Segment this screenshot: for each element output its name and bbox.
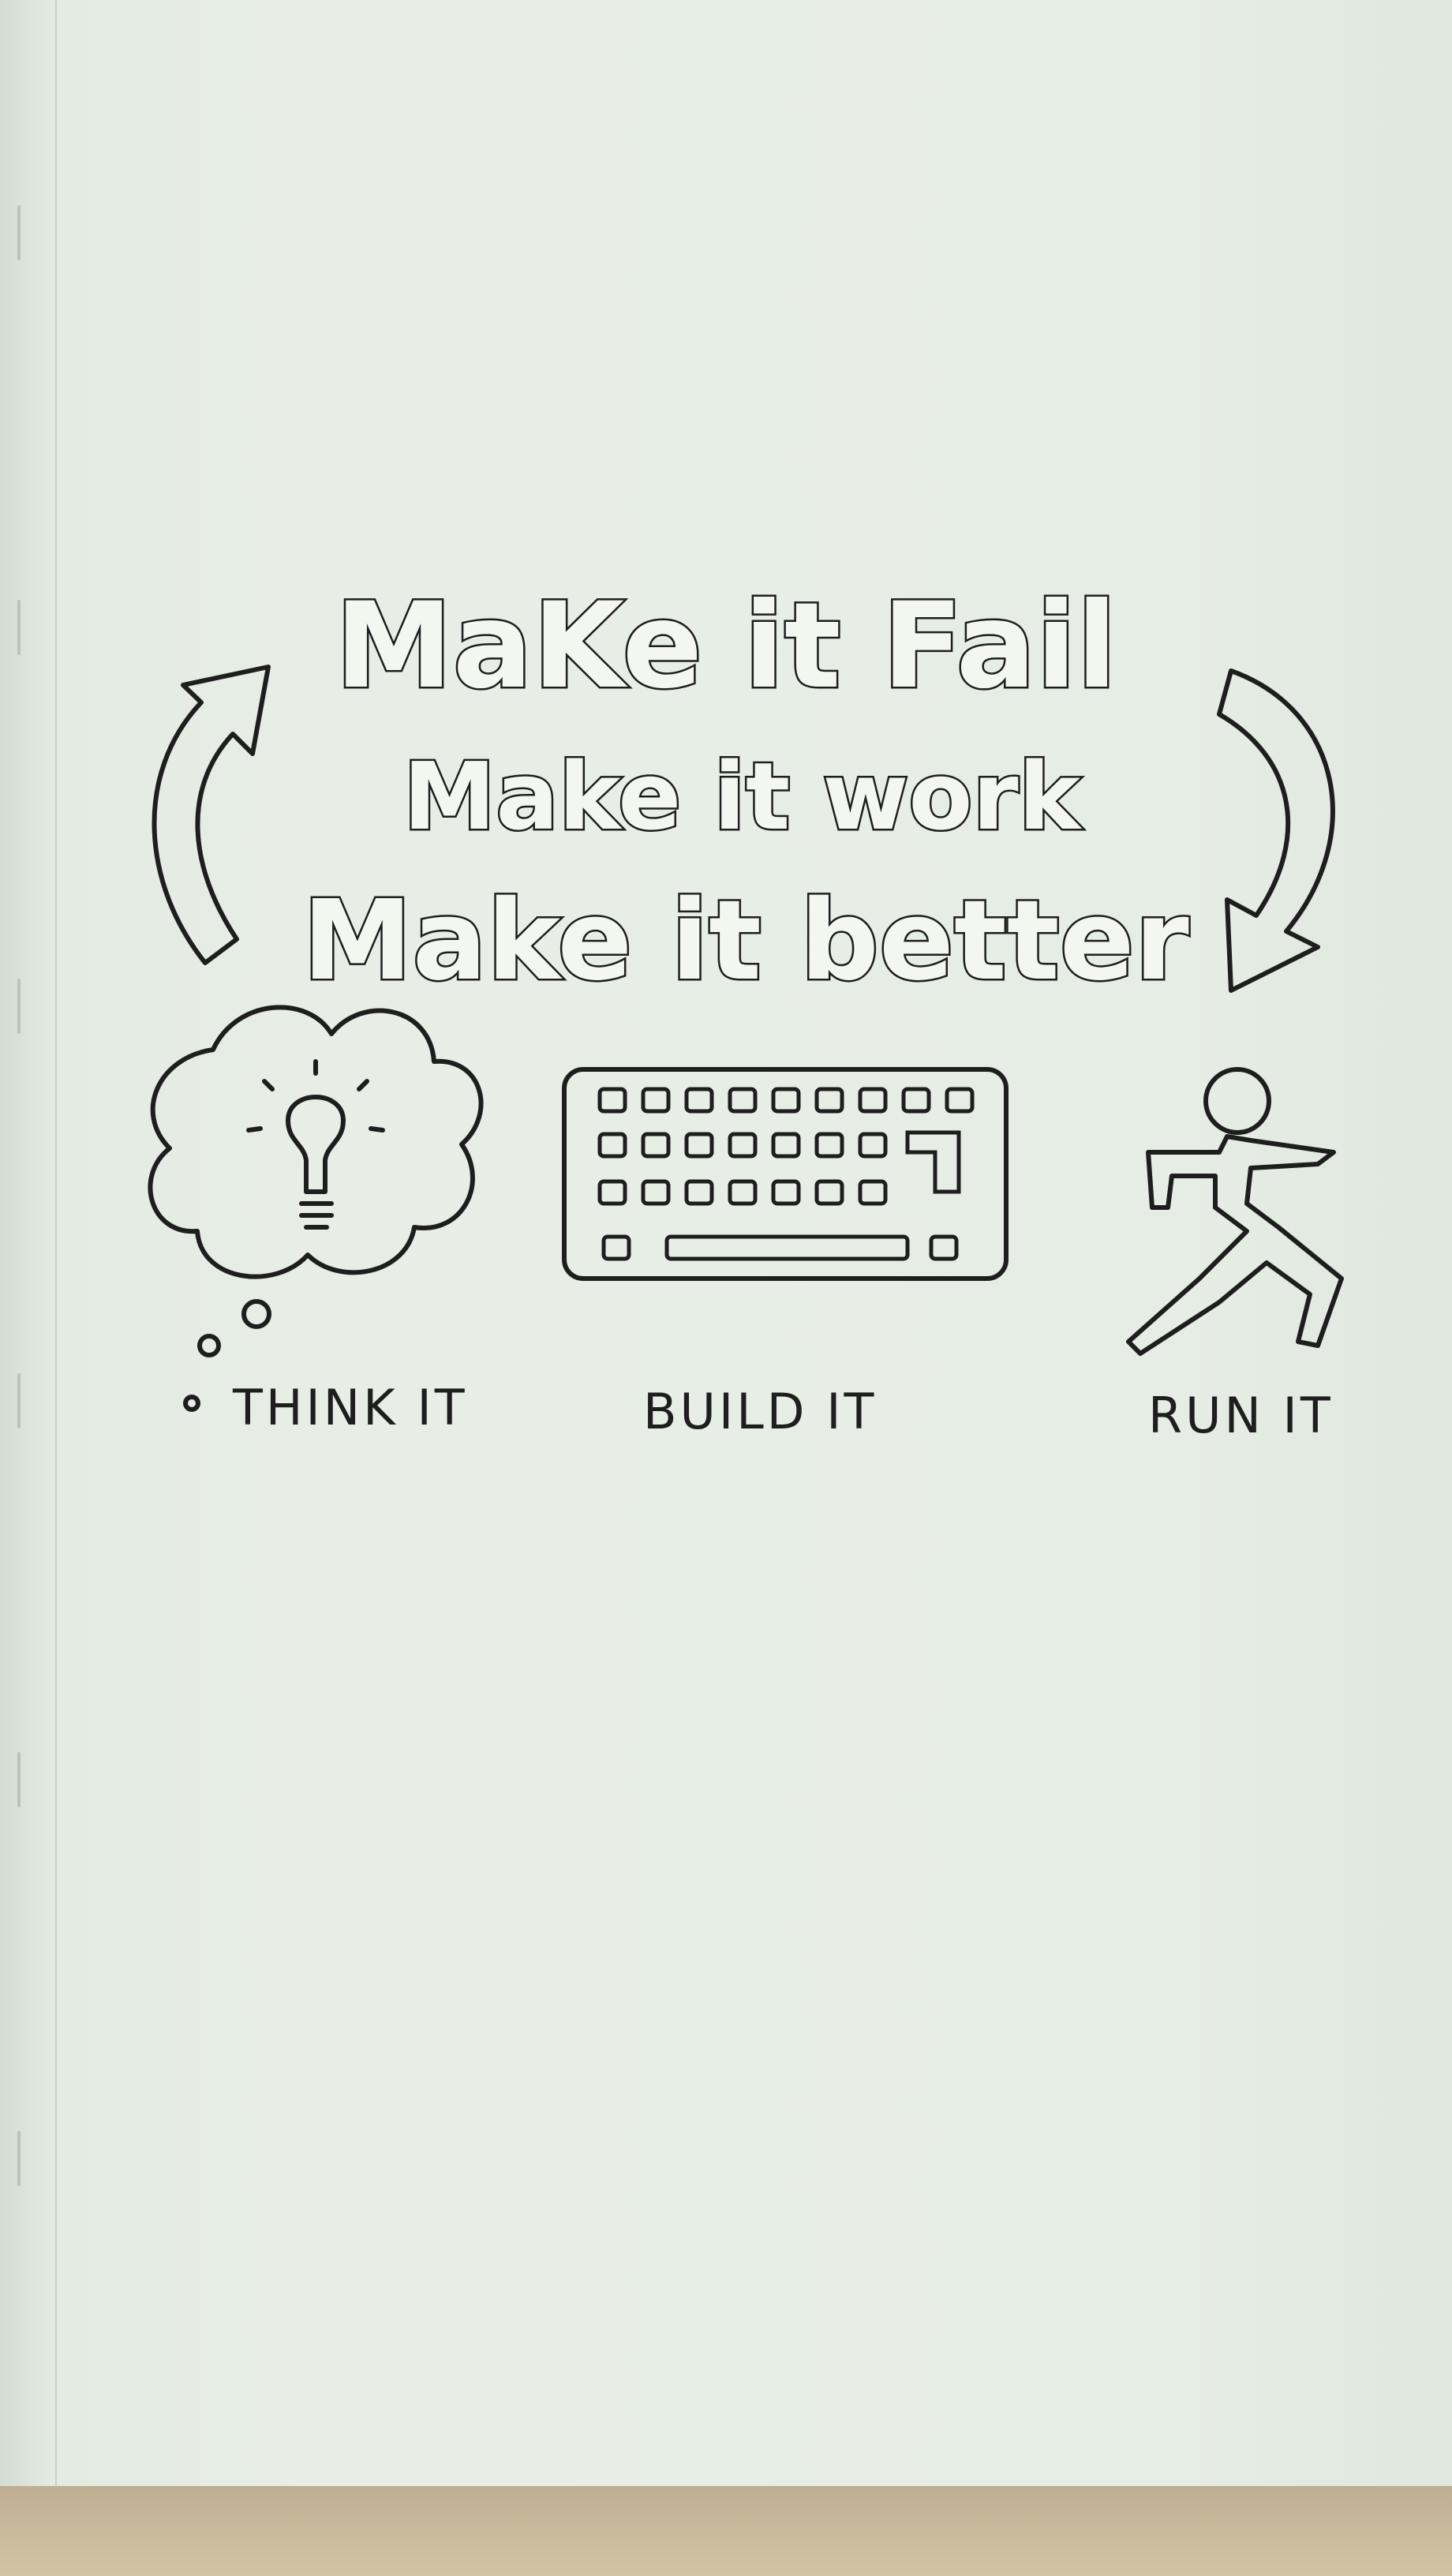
keyboard-key	[728, 1087, 758, 1114]
curved-arrow-up-icon	[152, 665, 271, 965]
keyboard-key	[728, 1132, 758, 1159]
keyboard-key	[814, 1087, 844, 1114]
thought-bubble-lightbulb-icon	[148, 1005, 484, 1412]
keyboard-key	[771, 1087, 801, 1114]
keyboard-key	[858, 1087, 888, 1114]
headline-make-it-work: Make it work	[403, 742, 1083, 851]
keyboard-key	[684, 1132, 714, 1159]
keyboard-key	[858, 1179, 888, 1206]
keyboard-key	[641, 1179, 671, 1206]
curved-arrow-down-icon	[1217, 668, 1335, 993]
headline-make-it-better: Make it better	[302, 877, 1189, 1005]
keyboard-key	[684, 1087, 714, 1114]
keyboard-key	[771, 1179, 801, 1206]
keyboard-key	[858, 1132, 888, 1159]
keyboard-key	[684, 1179, 714, 1206]
running-figure-icon	[1126, 1067, 1344, 1356]
keyboard-key	[728, 1179, 758, 1206]
keyboard-key	[641, 1132, 671, 1159]
sketch: MaKe it Fail Make it work Make it better	[148, 576, 1344, 1444]
keyboard-key	[771, 1132, 801, 1159]
keyboard-key	[814, 1132, 844, 1159]
label-build-it: BUILD IT	[643, 1383, 877, 1440]
label-think-it: THINK IT	[232, 1379, 468, 1436]
keyboard-key	[641, 1087, 671, 1114]
keyboard-key	[945, 1087, 975, 1114]
keyboard-key	[814, 1179, 844, 1206]
keyboard-icon	[562, 1067, 1009, 1281]
keyboard-key	[597, 1179, 627, 1206]
keyboard-key	[901, 1087, 931, 1114]
keyboard-key	[597, 1087, 627, 1114]
label-run-it: RUN IT	[1148, 1387, 1334, 1444]
keyboard-key	[597, 1132, 627, 1159]
headline-make-it-fail: MaKe it Fail	[335, 578, 1117, 715]
